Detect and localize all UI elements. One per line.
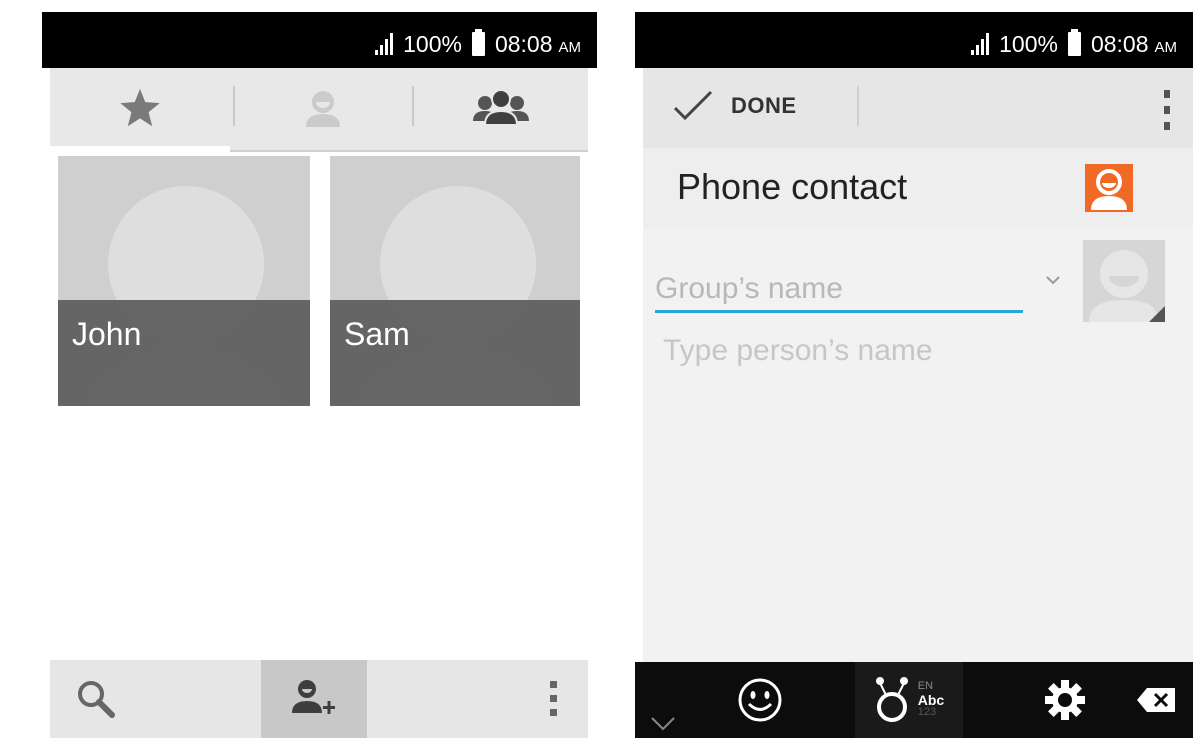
keyboard-settings-button[interactable] xyxy=(1035,662,1095,738)
input-language-label: EN xyxy=(917,680,934,693)
keyboard-toolbar: EN Abc 123 xyxy=(635,662,1193,738)
clock-ampm: AM xyxy=(1154,38,1178,56)
signal-icon xyxy=(971,33,990,55)
bottom-action-bar xyxy=(50,660,588,738)
group-form: Group’s name Type person’s name xyxy=(643,228,1193,662)
contacts-tab-bar xyxy=(50,68,588,152)
contact-tile-john[interactable]: John xyxy=(58,156,310,406)
input-numeric-label: 123 xyxy=(917,706,937,719)
person-icon xyxy=(1089,250,1165,322)
collapse-keyboard-button[interactable] xyxy=(643,662,683,738)
contact-name: John xyxy=(72,316,142,352)
emoji-button[interactable] xyxy=(725,662,795,738)
input-underline xyxy=(655,310,1023,313)
overflow-menu-icon[interactable] xyxy=(1159,90,1175,130)
clock-time: 08:08 xyxy=(1090,30,1149,57)
search-icon xyxy=(78,681,115,718)
selected-tab-indicator xyxy=(50,146,230,152)
chevron-down-icon[interactable] xyxy=(1045,272,1061,290)
done-label: DONE xyxy=(731,93,797,118)
group-icon xyxy=(473,89,529,126)
input-mode-label: Abc xyxy=(917,691,945,708)
battery-icon xyxy=(471,29,485,56)
account-name: Phone contact xyxy=(677,166,908,207)
new-group-screen: 100% 08:08 AM DONE Phone contact Group’s … xyxy=(635,12,1193,738)
checkmark-icon xyxy=(673,90,713,121)
settings-icon xyxy=(1045,680,1085,720)
backspace-button[interactable] xyxy=(1135,662,1193,738)
person-name-input[interactable]: Type person’s name xyxy=(663,334,933,368)
contact-account-icon xyxy=(1085,164,1133,212)
status-bar: 100% 08:08 AM xyxy=(635,12,1193,68)
person-icon xyxy=(305,91,340,127)
tab-favorites[interactable] xyxy=(50,68,230,148)
input-method-icon xyxy=(875,677,908,722)
search-button[interactable] xyxy=(50,660,260,738)
action-bar: DONE xyxy=(643,68,1193,148)
clock-ampm: AM xyxy=(558,38,582,56)
add-contact-button[interactable] xyxy=(261,660,367,738)
backspace-icon xyxy=(1137,688,1175,712)
battery-percent: 100% xyxy=(999,30,1058,57)
collapse-keyboard-icon xyxy=(651,717,675,731)
battery-percent: 100% xyxy=(403,30,462,57)
overflow-menu-button[interactable] xyxy=(520,660,588,738)
contact-name: Sam xyxy=(344,316,410,352)
star-icon xyxy=(120,88,160,127)
tab-contacts[interactable] xyxy=(235,68,410,148)
account-header: Phone contact xyxy=(643,148,1193,228)
add-contact-icon xyxy=(292,680,335,714)
contacts-favorites-screen: 100% 08:08 AM John Sam xyxy=(42,12,597,738)
group-name-input[interactable]: Group’s name xyxy=(655,272,1023,310)
action-bar-divider xyxy=(857,86,859,126)
contact-tile-sam[interactable]: Sam xyxy=(330,156,580,406)
signal-icon xyxy=(375,33,394,55)
emoji-icon xyxy=(738,678,782,722)
battery-icon xyxy=(1067,29,1081,56)
input-method-button[interactable]: EN Abc 123 xyxy=(855,662,963,738)
status-bar: 100% 08:08 AM xyxy=(42,12,597,68)
group-photo-picker[interactable] xyxy=(1083,240,1165,322)
tab-groups[interactable] xyxy=(414,68,588,148)
clock-time: 08:08 xyxy=(494,30,553,57)
done-button[interactable]: DONE xyxy=(673,90,797,122)
overflow-menu-icon xyxy=(550,681,557,716)
